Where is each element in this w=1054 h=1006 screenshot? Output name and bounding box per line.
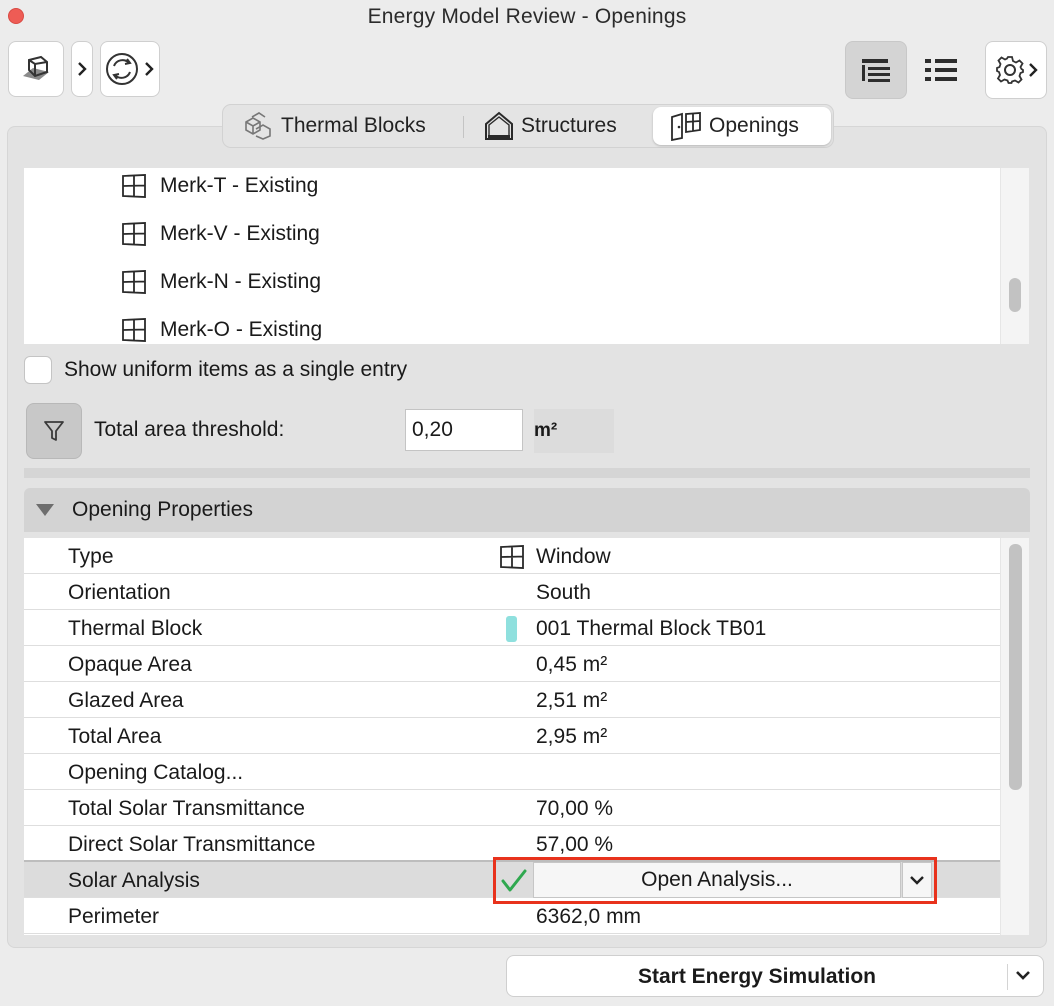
opening-properties-header[interactable]: Opening Properties [24,488,1030,532]
list-item-label: Merk-V - Existing [160,222,320,245]
property-name: Total Solar Transmittance [68,797,305,820]
threshold-label: Total area threshold: [94,418,285,441]
openings-list: Merk-T - Existing Merk-V - Existing Merk… [24,168,1029,344]
tab-bar: Thermal Blocks Structures Openings [222,104,834,148]
model-view-button[interactable] [8,41,64,97]
thermal-blocks-icon [245,112,271,140]
property-row-orientation[interactable]: Orientation South [24,574,1000,610]
thermal-block-color-swatch [506,616,517,642]
properties-scrollbar-thumb[interactable] [1009,544,1022,790]
uniform-items-option: Show uniform items as a single entry [24,356,407,384]
window-icon [500,545,524,569]
energy-model-review-window: Energy Model Review - Openings Thermal B… [0,0,1054,1006]
threshold-unit-label: m² [534,420,558,441]
property-row-glazed-area[interactable]: Glazed Area 2,51 m² [24,682,1000,718]
flat-list-icon [925,59,957,81]
chevron-right-icon [78,62,87,76]
property-name: Direct Solar Transmittance [68,833,316,856]
uniform-items-label: Show uniform items as a single entry [64,358,408,381]
open-analysis-button[interactable]: Open Analysis... [533,862,901,898]
tab-openings[interactable]: Openings [653,107,831,145]
property-name: Opening Catalog... [68,761,244,784]
model-view-menu-arrow[interactable] [71,41,93,97]
property-name: Total Area [68,725,162,748]
chevron-down-icon[interactable] [1013,968,1033,984]
property-value: 2,95 m² [536,725,608,748]
tree-list-view-button[interactable] [845,41,907,99]
property-row-type[interactable]: Type Window [24,538,1000,574]
property-name: Type [68,545,114,568]
window-icon [122,222,146,246]
property-row-thermal-block[interactable]: Thermal Block 001 Thermal Block TB01 [24,610,1000,646]
property-name: Glazed Area [68,689,184,712]
list-item[interactable]: Merk-N - Existing [120,267,321,297]
list-item[interactable]: Merk-V - Existing [120,219,320,249]
uniform-items-checkbox[interactable] [24,356,52,384]
start-energy-simulation-label: Start Energy Simulation [637,965,877,988]
list-item-label: Merk-N - Existing [160,270,322,293]
property-value: 0,45 m² [536,653,608,676]
tab-openings-label: Openings [709,114,799,137]
open-analysis-dropdown[interactable] [902,862,932,898]
window-title: Energy Model Review - Openings [367,5,687,28]
list-item-label: Merk-T - Existing [160,174,319,197]
window-icon [122,318,146,342]
property-value: Window [536,545,611,568]
property-name: Perimeter [68,905,160,928]
list-scrollbar-thumb[interactable] [1009,278,1021,312]
threshold-input[interactable]: 0,20 [405,409,523,451]
window-icon [122,270,146,294]
property-value: South [536,581,591,604]
settings-button[interactable] [985,41,1047,99]
property-value: 001 Thermal Block TB01 [536,617,767,640]
list-scrollbar[interactable] [1000,168,1029,344]
start-energy-simulation-button[interactable]: Start Energy Simulation [506,955,1044,997]
property-row-opaque-area[interactable]: Opaque Area 0,45 m² [24,646,1000,682]
flat-list-view-button[interactable] [918,50,964,90]
chevron-down-icon [910,876,924,885]
refresh-icon [106,53,138,85]
property-value: 2,51 m² [536,689,608,712]
properties-scrollbar[interactable] [1000,538,1029,935]
button-separator [1007,964,1008,990]
property-name: Orientation [68,581,171,604]
tree-list-icon [862,59,890,82]
tab-separator [463,116,464,138]
refresh-button[interactable] [100,41,160,97]
list-item[interactable]: Merk-T - Existing [120,171,318,201]
property-row-total-solar-transmittance[interactable]: Total Solar Transmittance 70,00 % [24,790,1000,826]
property-value: 57,00 % [536,833,614,856]
list-item-label: Merk-O - Existing [160,318,323,341]
threshold-unit: m² [534,409,614,453]
property-value: 70,00 % [536,797,614,820]
property-name: Thermal Block [68,617,203,640]
property-row-opening-catalog[interactable]: Opening Catalog... [24,754,1000,790]
property-value: 6362,0 mm [536,905,642,928]
window-icon [122,174,146,198]
section-divider [24,468,1030,478]
tab-thermal-blocks-label: Thermal Blocks [281,114,426,137]
solar-analysis-check-icon [498,865,530,897]
property-name: Opaque Area [68,653,192,676]
chevron-right-icon [145,62,154,76]
opening-properties-title: Opening Properties [72,498,253,521]
filter-icon [44,421,64,441]
property-row-total-area[interactable]: Total Area 2,95 m² [24,718,1000,754]
filter-button[interactable] [26,403,82,459]
tab-thermal-blocks[interactable]: Thermal Blocks [243,107,453,145]
disclosure-triangle-icon[interactable] [36,504,54,516]
property-name: Solar Analysis [68,869,200,892]
structures-icon [485,111,513,140]
chevron-right-icon [1029,63,1038,77]
gear-icon [996,56,1024,84]
openings-icon [671,112,701,141]
tab-structures-label: Structures [521,114,617,137]
list-item[interactable]: Merk-O - Existing [120,315,322,344]
tab-structures[interactable]: Structures [483,107,643,145]
model-view-icon [23,55,49,80]
title-bar: Energy Model Review - Openings [0,0,1054,34]
